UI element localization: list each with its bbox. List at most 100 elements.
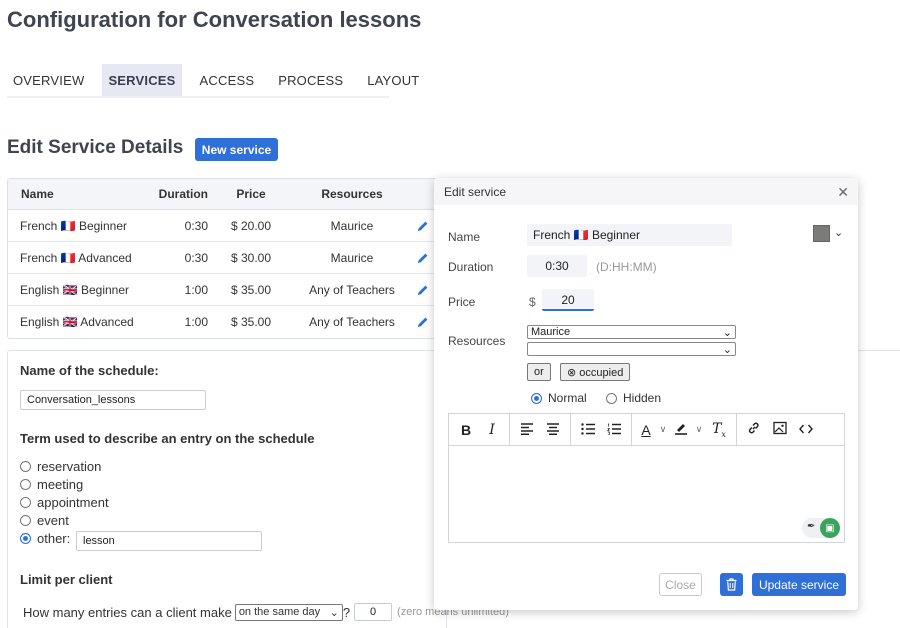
term-option-reservation[interactable]: reservation <box>20 459 101 474</box>
resource-select[interactable]: Maurice ⌄ <box>527 325 736 339</box>
radio-label: appointment <box>37 495 109 510</box>
price-input[interactable]: 20 <box>542 289 594 311</box>
service-resources: Any of Teachers <box>309 315 395 329</box>
column-header-duration: Duration <box>158 187 208 201</box>
service-name: English 🇬🇧 Beginner <box>20 282 130 297</box>
radio-button[interactable] <box>20 497 31 508</box>
table-row[interactable]: English 🇬🇧 Advanced 1:00 $ 35.00 Any of … <box>8 306 436 338</box>
question-mark: ? <box>342 604 351 620</box>
service-name: English 🇬🇧 Advanced <box>20 315 134 329</box>
ai-assistant-badge[interactable]: ✒ ▣ <box>802 518 840 538</box>
visibility-normal[interactable]: Normal <box>531 391 587 405</box>
service-resources: Maurice <box>330 250 374 265</box>
pencil-icon[interactable] <box>410 284 436 296</box>
schedule-name-input[interactable]: Conversation_lessons <box>20 390 206 410</box>
service-duration: 0:30 <box>184 250 208 265</box>
term-label: Term used to describe an entry on the sc… <box>20 431 315 446</box>
or-button[interactable]: or <box>527 363 551 381</box>
feather-icon: ✒ <box>807 521 816 532</box>
chevron-down-icon[interactable]: ⌄ <box>834 226 843 239</box>
radio-label: Hidden <box>623 391 662 405</box>
resource-select-empty[interactable]: ⌄ <box>527 342 736 356</box>
limit-period-select[interactable]: on the same day ⌄ <box>234 603 343 621</box>
dialog-header: Edit service ✕ <box>434 178 858 205</box>
term-option-event[interactable]: event <box>20 513 69 528</box>
name-label: Name <box>448 230 481 244</box>
term-option-other[interactable]: other: <box>20 531 70 546</box>
chevron-down-icon[interactable]: ∨ <box>656 424 670 435</box>
limit-label: Limit per client <box>20 572 113 587</box>
radio-label: reservation <box>37 459 102 474</box>
close-button[interactable]: Close <box>659 573 702 596</box>
radio-button[interactable] <box>531 392 542 404</box>
numbered-list-icon[interactable] <box>601 422 627 438</box>
text-color-icon[interactable]: A <box>636 422 656 438</box>
rich-text-editor: B I A ∨ ∨ Tx ✒ ▣ <box>448 413 845 543</box>
radio-label: meeting <box>37 477 84 492</box>
table-row[interactable]: French 🇫🇷 Beginner 0:30 $ 20.00 Maurice <box>8 210 436 242</box>
update-service-button[interactable]: Update service <box>752 573 846 596</box>
radio-label: other: <box>37 531 71 546</box>
radio-button[interactable] <box>20 479 31 490</box>
radio-label: event <box>37 513 69 528</box>
robot-icon: ▣ <box>820 518 840 538</box>
resources-label: Resources <box>448 334 506 348</box>
edit-service-dialog: Edit service ✕ Name French 🇫🇷 Beginner ⌄… <box>434 178 858 610</box>
other-term-input[interactable]: lesson <box>76 531 262 551</box>
visibility-hidden[interactable]: Hidden <box>606 391 661 405</box>
radio-button[interactable] <box>20 515 31 526</box>
table-row[interactable]: English 🇬🇧 Beginner 1:00 $ 35.00 Any of … <box>8 274 436 306</box>
radio-button[interactable] <box>20 533 31 544</box>
radio-label: Normal <box>548 391 587 405</box>
bold-icon[interactable]: B <box>453 422 479 438</box>
term-option-meeting[interactable]: meeting <box>20 477 83 492</box>
close-icon[interactable]: ✕ <box>837 184 849 201</box>
table-row[interactable]: French 🇫🇷 Advanced 0:30 $ 30.00 Maurice <box>8 242 436 274</box>
trash-icon <box>726 578 737 591</box>
link-icon[interactable] <box>741 421 767 438</box>
editor-toolbar: B I A ∨ ∨ Tx <box>449 413 844 446</box>
delete-button[interactable] <box>720 573 743 596</box>
clear-format-icon[interactable]: Tx <box>706 421 732 439</box>
tab-services[interactable]: SERVICES <box>102 64 182 96</box>
currency-symbol: $ <box>529 295 536 309</box>
pencil-icon[interactable] <box>410 220 436 232</box>
radio-button[interactable] <box>606 392 617 404</box>
new-service-button[interactable]: New service <box>195 138 278 161</box>
service-name: French 🇫🇷 Advanced <box>20 250 132 265</box>
color-picker[interactable] <box>813 225 830 242</box>
chevron-down-icon: ⌄ <box>722 343 732 356</box>
resource-select-value: Maurice <box>531 326 571 338</box>
duration-input[interactable]: 0:30 <box>527 255 587 277</box>
limit-period-value: on the same day <box>238 606 321 618</box>
chevron-down-icon: ⌄ <box>329 606 339 619</box>
occupied-button[interactable]: ⊗ occupied <box>560 363 631 381</box>
align-left-icon[interactable] <box>514 422 540 438</box>
service-price: $ 35.00 <box>230 282 272 297</box>
tab-overview[interactable]: OVERVIEW <box>7 64 90 96</box>
services-table: Name Duration Price Resources French 🇫🇷 … <box>7 178 437 339</box>
pencil-icon[interactable] <box>410 252 436 264</box>
chevron-down-icon[interactable]: ∨ <box>692 424 706 435</box>
column-header-price: Price <box>236 187 266 201</box>
column-header-name: Name <box>21 187 54 201</box>
table-header: Name Duration Price Resources <box>8 179 436 210</box>
limit-count-input[interactable]: 0 <box>354 603 393 621</box>
radio-button[interactable] <box>20 461 31 472</box>
price-label: Price <box>448 295 476 309</box>
term-option-appointment[interactable]: appointment <box>20 495 109 510</box>
service-duration: 1:00 <box>184 282 208 297</box>
pencil-icon[interactable] <box>410 316 436 328</box>
italic-icon[interactable]: I <box>479 422 505 438</box>
bullet-list-icon[interactable] <box>575 422 601 438</box>
tab-layout[interactable]: LAYOUT <box>361 64 425 96</box>
service-name-input[interactable]: French 🇫🇷 Beginner <box>527 224 732 246</box>
service-name: French 🇫🇷 Beginner <box>20 218 127 233</box>
tab-access[interactable]: ACCESS <box>194 64 261 96</box>
tab-process[interactable]: PROCESS <box>272 64 349 96</box>
code-icon[interactable] <box>793 422 819 438</box>
align-center-icon[interactable] <box>540 422 566 438</box>
highlighter-icon[interactable] <box>670 421 692 438</box>
duration-hint: (D:HH:MM) <box>596 260 657 274</box>
image-icon[interactable] <box>767 421 793 438</box>
